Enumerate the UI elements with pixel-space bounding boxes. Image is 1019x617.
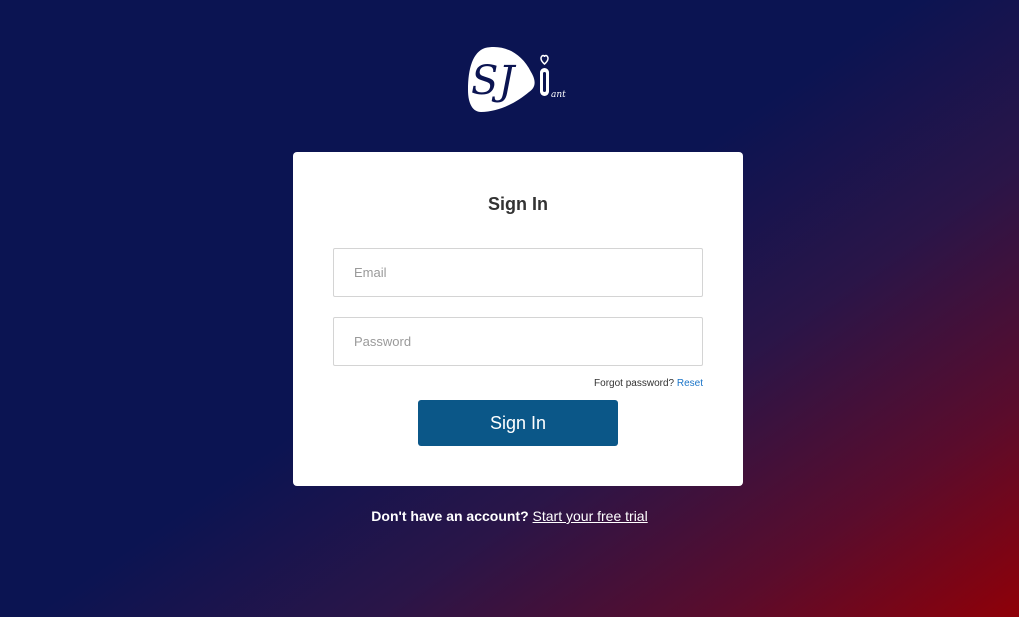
- forgot-password-row: Forgot password? Reset: [594, 378, 703, 389]
- svg-text:SJ: SJ: [471, 58, 516, 104]
- signup-question: Don't have an account?: [371, 508, 529, 524]
- sign-in-title: Sign In: [488, 194, 548, 214]
- reset-password-link[interactable]: Reset: [677, 378, 703, 389]
- brand-logo: SJ ant: [463, 42, 575, 116]
- email-input[interactable]: [333, 248, 703, 297]
- forgot-password-text: Forgot password?: [594, 378, 675, 389]
- sign-in-card: Sign In Forgot password? Reset Sign In: [293, 152, 743, 486]
- svg-text:ant: ant: [551, 90, 566, 100]
- free-trial-link[interactable]: Start your free trial: [533, 508, 648, 524]
- password-input[interactable]: [333, 317, 703, 366]
- signup-prompt: Don't have an account? Start your free t…: [0, 508, 1019, 524]
- sign-in-button[interactable]: Sign In: [418, 400, 618, 446]
